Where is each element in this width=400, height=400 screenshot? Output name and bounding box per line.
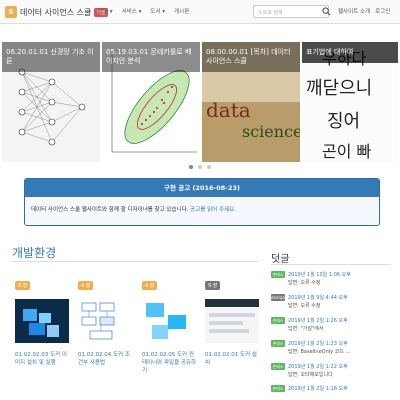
comment-item[interactable]: 손테스 2019년 1월 10일 1:06 오후 답변: 오류 수정 bbox=[271, 270, 396, 290]
logo-icon: S bbox=[5, 6, 17, 18]
comment-time[interactable]: 2019년 1월 2일 1:26 오후 bbox=[288, 317, 348, 324]
comment-item[interactable]: 손테스 2019년 1월 2일 1:18 오후 bbox=[271, 384, 396, 400]
card-title[interactable]: 01.02.02.03 도커 이미지 설치 및 실행 bbox=[15, 351, 71, 367]
comment-time[interactable]: 2019년 1월 9일 4:44 오후 bbox=[288, 294, 348, 301]
menu-board[interactable]: 게시판 bbox=[174, 7, 189, 15]
chapter-badge: 9 장 bbox=[205, 281, 221, 290]
card-thumbnail[interactable] bbox=[142, 299, 196, 343]
top-navbar: S 데이터 사이언스 스쿨 개발 강의 ▾ 서비스 ▾ 도서 ▾ 게시판 노트북… bbox=[0, 0, 400, 24]
divider bbox=[271, 264, 391, 265]
comment-text: 답변: 오타제보입니다 bbox=[288, 372, 333, 378]
comment-item[interactable]: 손테스 2019년 1월 2일 1:26 오후 답변: "가설"에서 bbox=[271, 316, 396, 336]
slide-caption: 표기법에 대하여 bbox=[302, 42, 398, 63]
comment-time[interactable]: 2019년 1월 2일 1:23 오후 bbox=[288, 340, 348, 347]
carousel-dot[interactable] bbox=[198, 165, 202, 169]
carousel-slide[interactable]: 우하다 깨닫으니 징어 곤이 빠 표기법에 대하여 bbox=[302, 42, 398, 162]
notice-title: 구현 공고 (2016-08-23) bbox=[25, 179, 379, 197]
lecture-card[interactable]: 4 장 01.02.02.05 도커 컨테이너와 파일을 공유하기 bbox=[142, 272, 198, 375]
notice-body: 데이터 사이언스 스쿨 웹사이트와 함께 할 디자이너를 찾고 있습니다. 공고… bbox=[25, 197, 379, 225]
user-badge: 손테스 bbox=[271, 317, 285, 324]
brand-name: 데이터 사이언스 스쿨 bbox=[20, 7, 92, 17]
card-thumbnail[interactable] bbox=[78, 299, 132, 343]
carousel-slide[interactable]: 06.20.01.01 신경망 기초 이론 bbox=[2, 42, 100, 162]
user-badge: 손테스 bbox=[271, 340, 285, 347]
chapter-badge: 4 장 bbox=[142, 281, 158, 290]
art-hand-2: 깨닫으니 bbox=[306, 78, 372, 99]
login-link[interactable]: 로그인 bbox=[375, 7, 390, 15]
comment-item[interactable]: deargolf 2019년 1월 9일 4:44 오후 답변: 오류 수정 bbox=[271, 293, 396, 313]
card-thumbnail[interactable] bbox=[205, 299, 259, 343]
comments-title: 덧글 bbox=[271, 254, 290, 265]
featured-carousel[interactable]: 06.20.01.01 신경망 기초 이론 05.19.03.01 몬테카를로 … bbox=[2, 42, 398, 162]
chapter-badge: 4 장 bbox=[78, 281, 94, 290]
notice-panel: 구현 공고 (2016-08-23) 데이터 사이언스 스쿨 웹사이트와 함께 … bbox=[24, 178, 380, 226]
card-title[interactable]: 01.02.02.01 도커 설치 bbox=[205, 351, 261, 367]
comment-time[interactable]: 2019년 1월 10일 1:06 오후 bbox=[288, 271, 351, 278]
carousel-dots bbox=[0, 165, 400, 169]
section-title[interactable]: 개발환경 bbox=[12, 244, 56, 261]
user-badge: 손테스 bbox=[271, 363, 285, 370]
carousel-slide[interactable]: 05.19.03.01 몬테카를로 베이지안 분석 bbox=[102, 42, 200, 162]
user-badge: 손테스 bbox=[271, 271, 285, 278]
search-icon[interactable] bbox=[322, 7, 331, 16]
card-title[interactable]: 01.02.02.04 도커 조건부 사용법 bbox=[78, 351, 134, 367]
lecture-card[interactable]: 9 장 01.02.02.01 도커 설치 bbox=[205, 272, 261, 367]
menu-services[interactable]: 서비스 ▾ bbox=[122, 7, 142, 15]
lecture-card[interactable]: 4 장 01.02.02.04 도커 조건부 사용법 bbox=[78, 272, 134, 367]
comment-item[interactable]: 손테스 2019년 1월 2일 1:22 오후 답변: 오타제보입니다 bbox=[271, 362, 396, 382]
about-link[interactable]: 웹사이트 소개 bbox=[338, 7, 370, 15]
carousel-slide[interactable]: data science 08.00.00.01 [목차] 데이터 사이언스 스… bbox=[202, 42, 300, 162]
comment-text: 답변: 오류 수정 bbox=[288, 280, 321, 286]
comment-time[interactable]: 2019년 1월 2일 1:22 오후 bbox=[288, 363, 348, 370]
user-badge: 손테스 bbox=[271, 385, 285, 392]
art-data: data bbox=[206, 98, 251, 122]
main-menu: 강의 ▾ 서비스 ▾ 도서 ▾ 게시판 bbox=[98, 7, 189, 15]
card-title[interactable]: 01.02.02.05 도커 컨테이너와 파일을 공유하기 bbox=[142, 351, 198, 375]
card-thumbnail[interactable] bbox=[15, 299, 69, 343]
comment-text: 답변: 오류 수정 bbox=[288, 303, 321, 309]
art-hand-4: 곤이 빠 bbox=[322, 142, 372, 161]
menu-books[interactable]: 도서 ▾ bbox=[150, 7, 165, 15]
art-science: science bbox=[242, 122, 300, 141]
carousel-dot[interactable] bbox=[207, 165, 211, 169]
right-links: 웹사이트 소개 로그인 bbox=[338, 7, 390, 15]
lecture-card[interactable]: 8 장 01.02.02.03 도커 이미지 설치 및 실행 bbox=[15, 272, 71, 367]
comment-time[interactable]: 2019년 1월 2일 1:18 오후 bbox=[288, 385, 348, 392]
divider bbox=[12, 261, 258, 262]
notice-text: 데이터 사이언스 스쿨 웹사이트와 함께 할 디자이너를 찾고 있습니다. bbox=[31, 207, 189, 213]
chapter-badge: 8 장 bbox=[15, 281, 31, 290]
slide-caption: 06.20.01.01 신경망 기초 이론 bbox=[2, 42, 100, 72]
menu-lectures[interactable]: 강의 ▾ bbox=[98, 7, 113, 15]
carousel-dot[interactable] bbox=[189, 165, 193, 169]
notice-link[interactable]: 공고를 읽어 주세요. bbox=[190, 207, 236, 213]
comment-text: 답변: "가설"에서 bbox=[288, 326, 324, 332]
art-hand-3: 징어 bbox=[327, 111, 360, 132]
comment-item[interactable]: 손테스 2019년 1월 2일 1:23 오후 답변: BaselineOnly… bbox=[271, 339, 396, 359]
user-badge: deargolf bbox=[271, 294, 288, 301]
slide-caption: 08.00.00.01 [목차] 데이터 사이언스 스쿨 bbox=[202, 42, 300, 72]
brand[interactable]: S 데이터 사이언스 스쿨 개발 bbox=[5, 4, 108, 20]
search-input[interactable]: 노트북 검색 bbox=[253, 5, 329, 18]
comment-text: 답변: BaselineOnly 코드 ... bbox=[288, 349, 351, 355]
slide-caption: 05.19.03.01 몬테카를로 베이지안 분석 bbox=[102, 42, 200, 72]
